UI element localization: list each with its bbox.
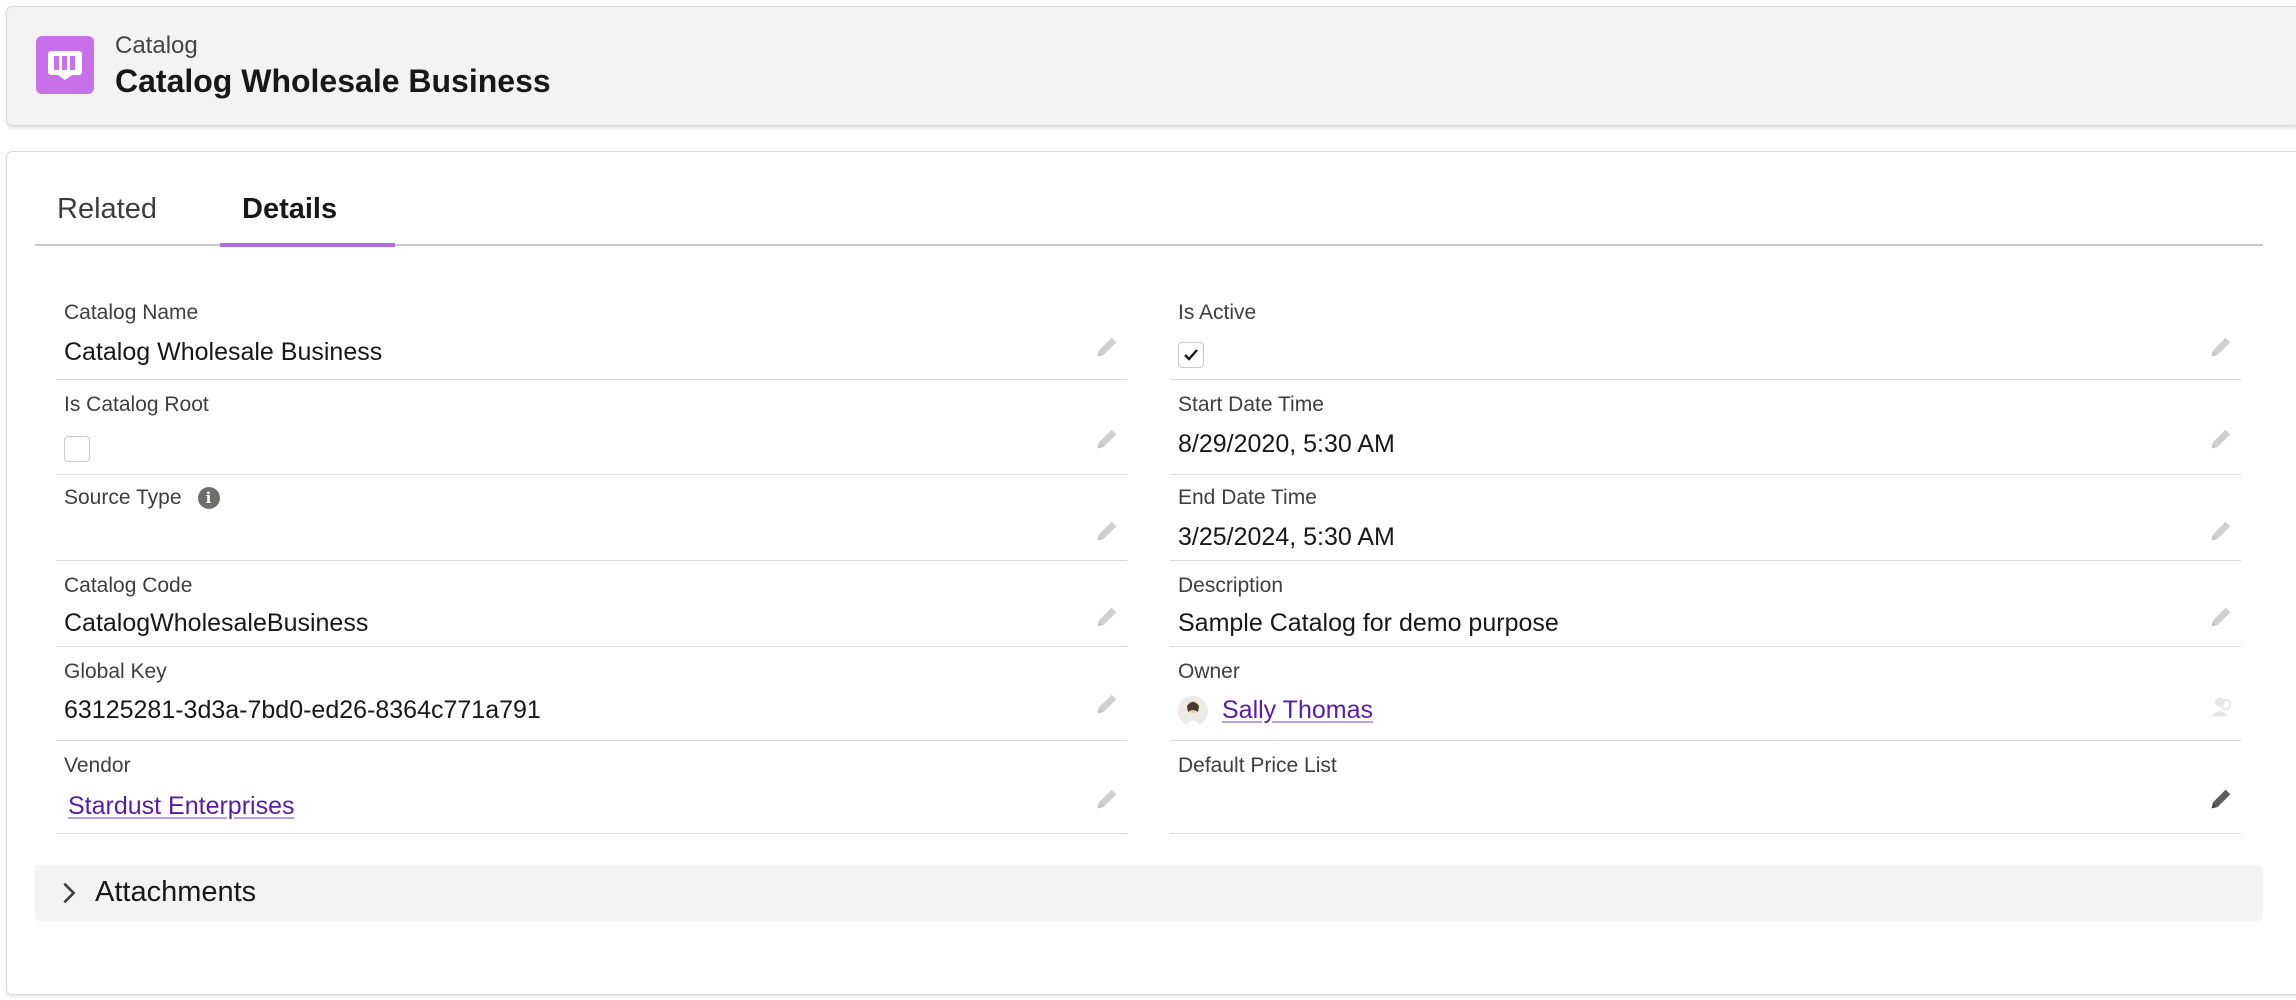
field-label: Default Price List: [1178, 754, 1337, 777]
edit-pencil-icon[interactable]: [2207, 425, 2235, 453]
change-owner-icon[interactable]: [2207, 693, 2235, 721]
field-value: Sample Catalog for demo purpose: [1178, 609, 1559, 637]
tab-details[interactable]: Details: [220, 192, 359, 227]
edit-pencil-icon[interactable]: [2207, 333, 2235, 361]
field-source-type: Source Type i: [56, 475, 1127, 561]
edit-pencil-icon[interactable]: [2207, 785, 2235, 813]
field-catalog-code: Catalog Code CatalogWholesaleBusiness: [56, 561, 1127, 647]
owner-avatar[interactable]: [1178, 696, 1208, 727]
info-icon[interactable]: i: [197, 487, 220, 510]
field-label: Start Date Time: [1178, 393, 1324, 416]
field-label: End Date Time: [1178, 486, 1317, 509]
field-default-price-list: Default Price List: [1170, 741, 2241, 834]
object-type-label: Catalog: [115, 32, 198, 59]
field-label: Is Active: [1178, 301, 1257, 324]
edit-pencil-icon[interactable]: [1093, 690, 1121, 718]
record-title: Catalog Wholesale Business: [115, 63, 551, 99]
is-catalog-root-checkbox[interactable]: [64, 436, 90, 462]
tab-bar: Related Details: [35, 180, 2263, 247]
field-catalog-name: Catalog Name Catalog Wholesale Business: [56, 290, 1127, 380]
field-value: CatalogWholesaleBusiness: [64, 609, 369, 637]
checkmark-icon: [1184, 349, 1198, 361]
edit-pencil-icon[interactable]: [2207, 517, 2235, 545]
field-description: Description Sample Catalog for demo purp…: [1170, 561, 2241, 647]
field-is-catalog-root: Is Catalog Root: [56, 380, 1127, 475]
field-vendor: Vendor Stardust Enterprises: [56, 741, 1127, 834]
edit-pencil-icon[interactable]: [1093, 603, 1121, 631]
section-title: Attachments: [95, 876, 257, 908]
field-value: 3/25/2024, 5:30 AM: [1178, 523, 1395, 551]
field-label: Vendor: [64, 754, 131, 777]
field-label: Is Catalog Root: [64, 393, 209, 416]
edit-pencil-icon[interactable]: [1093, 425, 1121, 453]
field-is-active: Is Active: [1170, 290, 2241, 380]
field-label: Catalog Code: [64, 574, 193, 597]
active-tab-indicator: [220, 243, 395, 247]
vendor-link[interactable]: Stardust Enterprises: [68, 791, 295, 821]
is-active-checkbox[interactable]: [1178, 342, 1204, 368]
vendor-link-text[interactable]: Stardust Enterprises: [68, 792, 295, 820]
edit-pencil-icon[interactable]: [1093, 517, 1121, 545]
field-global-key: Global Key 63125281-3d3a-7bd0-ed26-8364c…: [56, 647, 1127, 741]
field-end-date-time: End Date Time 3/25/2024, 5:30 AM: [1170, 475, 2241, 561]
field-value: 63125281-3d3a-7bd0-ed26-8364c771a791: [64, 696, 541, 724]
catalog-book-icon: [36, 36, 94, 94]
field-label: Global Key: [64, 660, 167, 683]
edit-pencil-icon[interactable]: [2207, 603, 2235, 631]
user-avatar-icon: [1178, 696, 1208, 727]
edit-pencil-icon[interactable]: [1093, 785, 1121, 813]
owner-link[interactable]: Sally Thomas: [1222, 696, 1373, 724]
edit-pencil-icon[interactable]: [1093, 333, 1121, 361]
field-owner: Owner Sally Thomas: [1170, 647, 2241, 741]
attachments-section-header[interactable]: Attachments: [35, 865, 2263, 921]
chevron-right-icon: [63, 882, 76, 904]
tab-related[interactable]: Related: [35, 192, 179, 227]
field-label: Description: [1178, 574, 1284, 597]
field-label-text: Source Type: [64, 486, 182, 509]
field-value: 8/29/2020, 5:30 AM: [1178, 430, 1395, 458]
field-start-date-time: Start Date Time 8/29/2020, 5:30 AM: [1170, 380, 2241, 475]
field-label: Catalog Name: [64, 301, 199, 324]
owner-value: Sally Thomas: [1178, 695, 1373, 727]
field-label: Source Type i: [64, 486, 220, 510]
field-label: Owner: [1178, 660, 1240, 683]
field-value: Catalog Wholesale Business: [64, 338, 383, 366]
record-header: Catalog Catalog Wholesale Business: [6, 6, 2296, 126]
